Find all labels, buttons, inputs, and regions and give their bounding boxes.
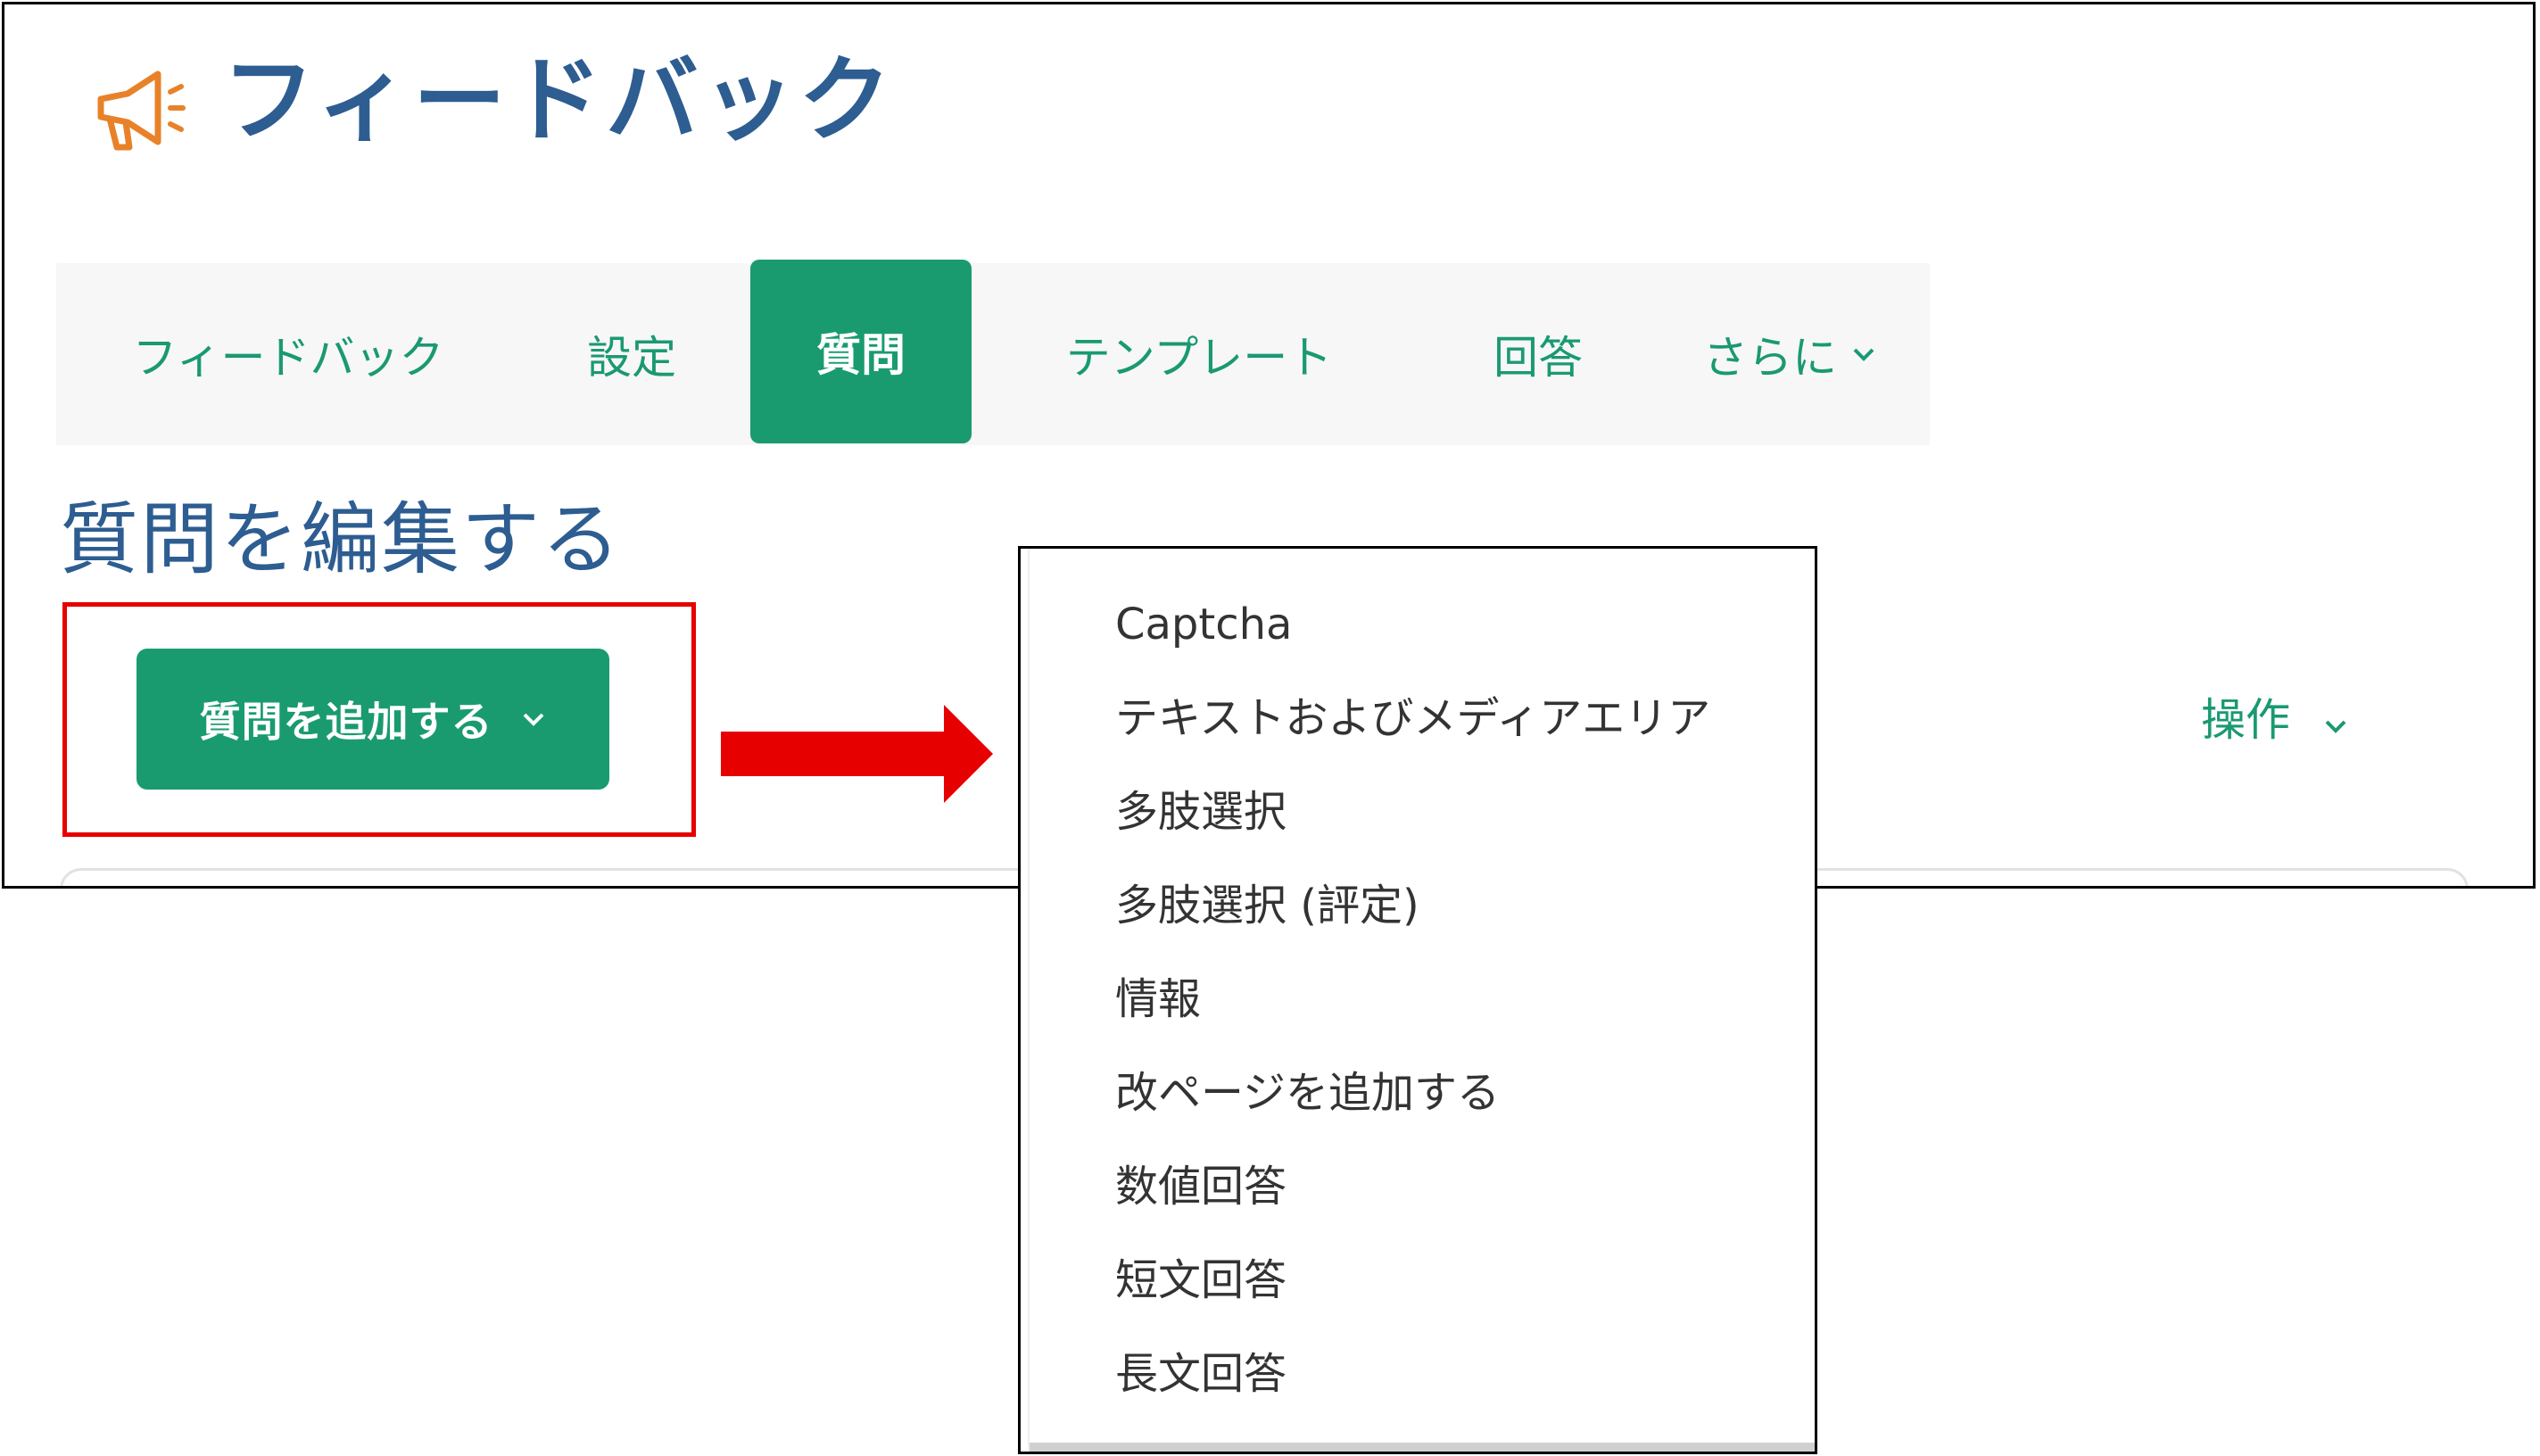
- dropdown-edge: [1028, 549, 1030, 1452]
- menu-item-text-media-area[interactable]: テキストおよびメディアエリア: [1115, 687, 1710, 749]
- dropdown-shadow: [1030, 1443, 1815, 1452]
- megaphone-icon: [97, 70, 186, 151]
- page-title: フィードバック: [222, 46, 895, 154]
- arrow-right-icon: [721, 705, 993, 803]
- menu-item-add-page-break[interactable]: 改ページを追加する: [1115, 1062, 1500, 1124]
- operations-label: 操作: [2201, 694, 2290, 746]
- tab-label: 回答: [1493, 332, 1583, 384]
- tab-feedback[interactable]: フィードバック: [56, 263, 520, 445]
- tab-responses[interactable]: 回答: [1427, 263, 1650, 445]
- chevron-down-icon: [523, 713, 543, 726]
- add-question-dropdown-menu: Captcha テキストおよびメディアエリア 多肢選択 多肢選択 (評定) 情報…: [1018, 546, 1817, 1454]
- tab-label: テンプレート: [1065, 332, 1333, 384]
- menu-item-short-text-answer[interactable]: 短文回答: [1115, 1249, 1287, 1311]
- tab-label: さらに: [1703, 332, 1837, 384]
- tab-label: 設定: [587, 332, 676, 384]
- menu-item-long-text-answer[interactable]: 長文回答: [1115, 1343, 1287, 1405]
- menu-item-numeric-answer[interactable]: 数値回答: [1115, 1155, 1287, 1218]
- chevron-down-icon: [1853, 348, 1874, 361]
- chevron-down-icon: [2325, 720, 2346, 733]
- section-heading: 質問を編集する: [60, 493, 623, 585]
- menu-item-information[interactable]: 情報: [1115, 968, 1201, 1030]
- add-question-button[interactable]: 質問を追加する: [137, 649, 609, 790]
- menu-item-captcha[interactable]: Captcha: [1115, 593, 1292, 656]
- operations-dropdown[interactable]: 操作: [2201, 684, 2349, 749]
- tab-bar: フィードバック 設定 質問 テンプレート 回答 さらに: [56, 260, 1930, 445]
- menu-item-multiple-choice-rated[interactable]: 多肢選択 (評定): [1115, 874, 1419, 937]
- tab-more[interactable]: さらに: [1650, 263, 1930, 445]
- tab-label: フィードバック: [132, 332, 444, 384]
- tab-questions[interactable]: 質問: [750, 260, 972, 443]
- add-question-label: 質問を追加する: [199, 698, 493, 746]
- tab-templates[interactable]: テンプレート: [972, 263, 1427, 445]
- tab-label: 質問: [816, 329, 906, 381]
- tab-settings[interactable]: 設定: [520, 263, 743, 445]
- menu-item-multiple-choice[interactable]: 多肢選択: [1115, 781, 1287, 843]
